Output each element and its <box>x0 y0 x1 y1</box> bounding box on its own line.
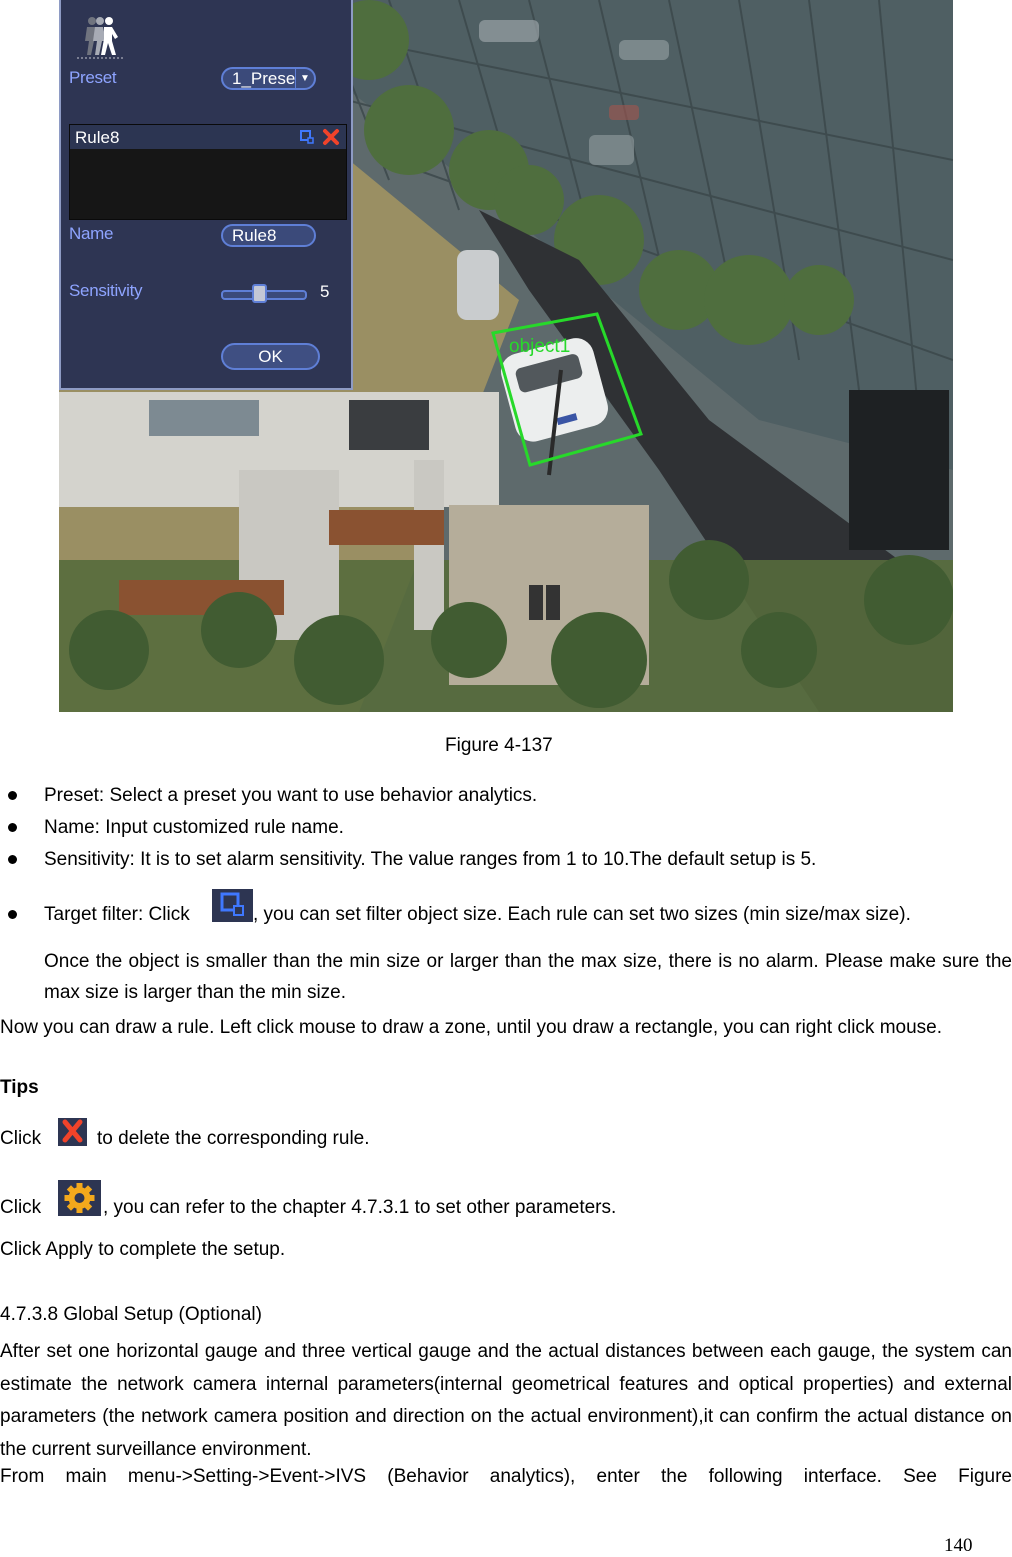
name-label: Name <box>69 224 114 243</box>
draw-rule-paragraph: Now you can draw a rule. Left click mous… <box>0 1017 943 1038</box>
delete-icon[interactable] <box>322 128 340 146</box>
bullet-name: Name: Input customized rule name. <box>44 817 344 838</box>
walking-person-icon <box>77 17 123 59</box>
delete-icon <box>58 1118 87 1146</box>
bullet-icon <box>8 791 17 800</box>
name-value: Rule8 <box>232 226 277 245</box>
sensitivity-label: Sensitivity <box>69 281 143 300</box>
name-input[interactable]: Rule8 <box>221 224 316 247</box>
page-number: 140 <box>944 1535 973 1556</box>
sensitivity-value: 5 <box>320 282 330 301</box>
rule-title: Rule8 <box>75 128 120 147</box>
bullet-target-filter-b: , you can set filter object size. Each r… <box>253 904 911 925</box>
bullet-icon <box>8 910 17 919</box>
section-heading: 4.7.3.8 Global Setup (Optional) <box>0 1304 262 1325</box>
preset-dropdown[interactable]: 1_Prese ▼ <box>221 67 316 90</box>
section-paragraph-2: From main menu->Setting->Event->IVS (Beh… <box>0 1466 1012 1487</box>
bullet-target-filter-a: Target filter: Click <box>44 904 190 925</box>
bullet-sensitivity: Sensitivity: It is to set alarm sensitiv… <box>44 849 817 870</box>
preset-label: Preset <box>69 68 117 87</box>
rule-item[interactable]: Rule8 <box>70 125 346 149</box>
tips-settings-before: Click <box>0 1197 42 1218</box>
tips-heading: Tips <box>0 1077 39 1098</box>
target-filter-icon <box>212 889 253 922</box>
tips-delete-after: to delete the corresponding rule. <box>97 1128 370 1149</box>
bullet-icon <box>8 823 17 832</box>
section-paragraph: After set one horizontal gauge and three… <box>0 1341 1012 1460</box>
gear-icon <box>58 1180 101 1216</box>
ok-button[interactable]: OK <box>221 343 320 370</box>
figure-caption: Figure 4-137 <box>445 735 553 756</box>
tips-delete-before: Click <box>0 1128 42 1149</box>
preset-value: 1_Prese <box>232 69 296 88</box>
rule-list: Rule8 <box>69 124 347 220</box>
chevron-down-icon: ▼ <box>295 69 314 88</box>
bullet-target-filter-continuation: Once the object is smaller than the min … <box>44 951 1012 1003</box>
target-filter-icon[interactable] <box>300 130 314 144</box>
object-label: object1 <box>509 336 570 357</box>
bullet-icon <box>8 855 17 864</box>
tips-apply: Click Apply to complete the setup. <box>0 1239 286 1260</box>
slider-handle[interactable] <box>252 284 268 303</box>
bullet-preset: Preset: Select a preset you want to use … <box>44 785 538 806</box>
ivs-rule-panel: Preset 1_Prese ▼ Rule8 Name Rule8 Sensit… <box>59 0 353 390</box>
tips-settings-after: , you can refer to the chapter 4.7.3.1 t… <box>103 1197 617 1218</box>
